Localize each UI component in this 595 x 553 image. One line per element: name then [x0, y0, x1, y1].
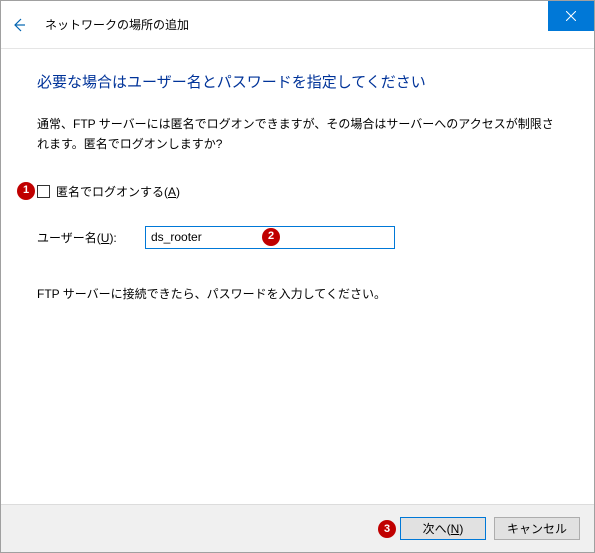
window-title: ネットワークの場所の追加	[45, 16, 189, 33]
close-icon	[566, 11, 576, 21]
footer: 3 次へ(N) キャンセル	[1, 504, 594, 552]
close-button[interactable]	[548, 1, 594, 31]
back-button[interactable]	[1, 1, 37, 49]
content-area: 必要な場合はユーザー名とパスワードを指定してください 通常、FTP サーバーには…	[1, 49, 594, 504]
annotation-1: 1	[17, 182, 35, 200]
username-row: ユーザー名(U): 2	[37, 226, 558, 249]
arrow-left-icon	[11, 17, 27, 33]
username-label: ユーザー名(U):	[37, 229, 145, 246]
titlebar: ネットワークの場所の追加	[1, 1, 594, 49]
wizard-window: ネットワークの場所の追加 必要な場合はユーザー名とパスワードを指定してください …	[0, 0, 595, 553]
anonymous-logon-label[interactable]: 匿名でログオンする(A)	[56, 183, 180, 200]
page-description: 通常、FTP サーバーには匿名でログオンできますが、その場合はサーバーへのアクセ…	[37, 114, 558, 155]
annotation-2: 2	[262, 228, 280, 246]
password-note: FTP サーバーに接続できたら、パスワードを入力してください。	[37, 285, 558, 302]
annotation-3: 3	[378, 520, 396, 538]
cancel-button[interactable]: キャンセル	[494, 517, 580, 540]
page-heading: 必要な場合はユーザー名とパスワードを指定してください	[37, 71, 558, 92]
anonymous-logon-row: 1 匿名でログオンする(A)	[37, 183, 558, 200]
next-button[interactable]: 次へ(N)	[400, 517, 486, 540]
anonymous-logon-checkbox[interactable]	[37, 185, 50, 198]
